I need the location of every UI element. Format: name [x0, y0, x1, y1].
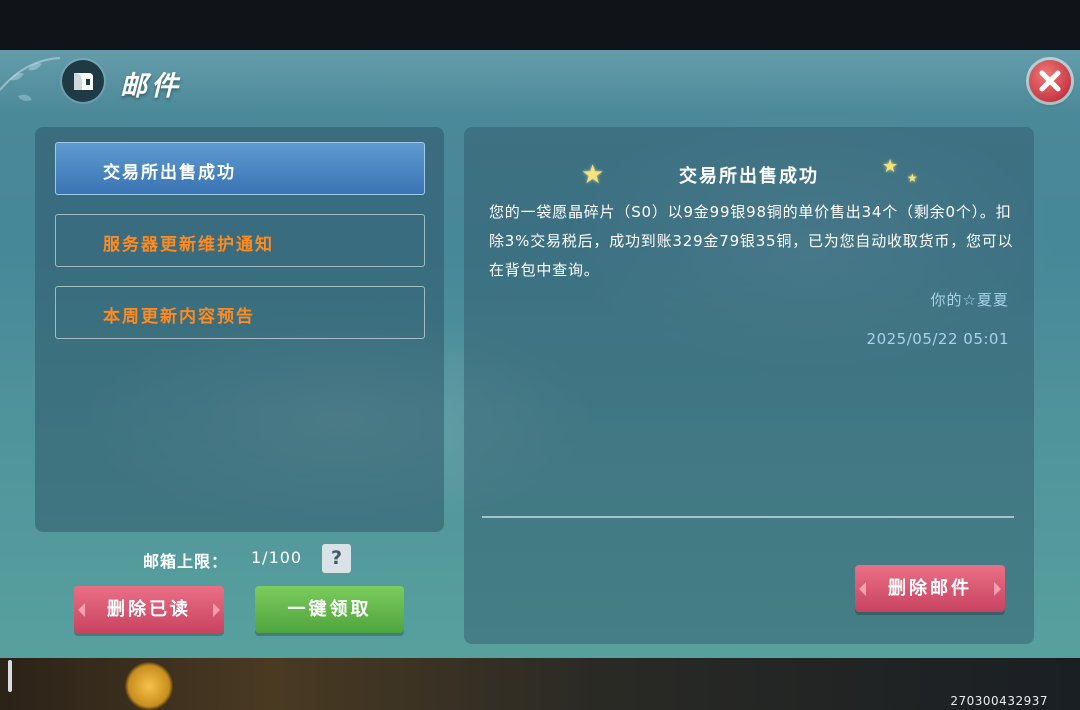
game-screen: 邮件 交易所出售成功 服务器更新维护通知 本周更新内容预告 邮箱上限： 1/10… [0, 0, 1080, 710]
delete-read-button[interactable]: 删除已读 [74, 586, 224, 633]
mail-icon [62, 60, 104, 102]
close-icon [1039, 70, 1061, 92]
mail-list-item-selected[interactable]: 交易所出售成功 [55, 142, 425, 195]
divider [482, 516, 1014, 518]
mailbox-capacity-label: 邮箱上限： [143, 552, 229, 571]
claim-all-button[interactable]: 一键领取 [255, 586, 404, 633]
window-header: 邮件 [0, 50, 1080, 112]
mail-item-label: 本周更新内容预告 [103, 307, 255, 327]
mail-detail-title: 交易所出售成功 [679, 166, 819, 187]
mail-item-label: 服务器更新维护通知 [103, 235, 274, 255]
mail-date: 2025/05/22 05:01 [866, 330, 1009, 348]
mailbox-capacity-value: 1/100 [251, 548, 303, 567]
window-title: 邮件 [120, 71, 182, 102]
player-uid: 270300432937 [950, 694, 1048, 708]
top-letterbox [0, 0, 1080, 50]
mail-list-panel: 交易所出售成功 服务器更新维护通知 本周更新内容预告 [35, 127, 444, 532]
mail-sender: 你的☆夏夏 [930, 291, 1009, 309]
mail-detail-panel: ★ ★ ★ 交易所出售成功 您的一袋愿晶碎片（S0）以9金99银98铜的单价售出… [464, 127, 1034, 644]
sun-decoration [125, 662, 173, 710]
close-button[interactable] [1029, 60, 1071, 102]
mail-list-item[interactable]: 服务器更新维护通知 [55, 214, 425, 267]
delete-mail-button[interactable]: 删除邮件 [855, 565, 1005, 612]
mail-detail-body: 您的一袋愿晶碎片（S0）以9金99银98铜的单价售出34个（剩余0个）。扣除3%… [489, 203, 1014, 279]
mail-list-item[interactable]: 本周更新内容预告 [55, 286, 425, 339]
mail-item-label: 交易所出售成功 [103, 163, 236, 183]
mail-window: 邮件 交易所出售成功 服务器更新维护通知 本周更新内容预告 邮箱上限： 1/10… [0, 50, 1080, 658]
help-icon[interactable]: ? [322, 544, 351, 573]
scroll-indicator [8, 660, 12, 692]
